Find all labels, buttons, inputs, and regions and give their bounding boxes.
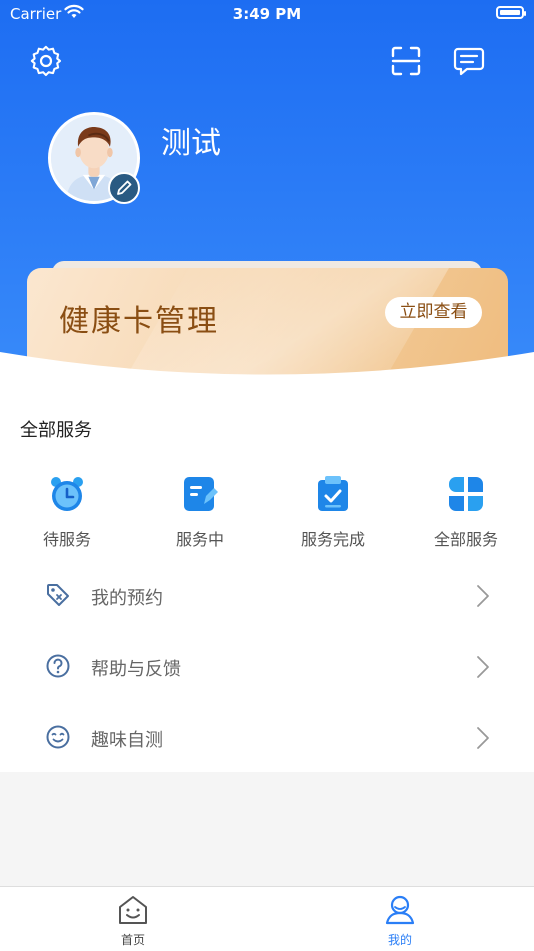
- service-pending[interactable]: 待服务: [17, 474, 117, 554]
- avatar[interactable]: [48, 112, 140, 204]
- battery-icon: [496, 6, 526, 19]
- main-content: 全部服务 待服务 服务中 服务完成 全部服务 我的预约 帮助与反馈 趣味自测: [0, 398, 534, 772]
- clipboard-check-icon: [318, 476, 348, 511]
- edit-avatar-button[interactable]: [108, 172, 140, 204]
- username: 测试: [161, 126, 221, 161]
- tab-label: 首页: [120, 933, 145, 947]
- document-edit-icon: [184, 477, 218, 511]
- chevron-right-icon: [477, 656, 489, 678]
- service-in-progress[interactable]: 服务中: [150, 474, 250, 554]
- service-label: 服务完成: [300, 530, 365, 549]
- status-bar: Carrier 3:49 PM: [0, 0, 534, 28]
- service-label: 全部服务: [433, 530, 498, 549]
- tab-label: 我的: [387, 933, 412, 947]
- message-icon[interactable]: [452, 44, 486, 78]
- scan-icon[interactable]: [389, 44, 423, 78]
- home-icon: [119, 896, 147, 924]
- menu-label: 趣味自测: [91, 730, 163, 751]
- smile-icon: [46, 725, 70, 749]
- tag-icon: [47, 584, 69, 606]
- chevron-right-icon: [477, 585, 489, 607]
- service-all[interactable]: 全部服务: [416, 474, 516, 554]
- menu-item-self-test[interactable]: 趣味自测: [0, 702, 534, 772]
- service-label: 待服务: [42, 530, 91, 549]
- service-label: 服务中: [175, 530, 224, 549]
- tab-mine[interactable]: 我的: [360, 893, 440, 948]
- health-card-title: 健康卡管理: [59, 304, 219, 339]
- header-curve: [0, 352, 534, 402]
- settings-icon[interactable]: [29, 44, 63, 78]
- status-time: 3:49 PM: [232, 5, 302, 23]
- pencil-icon: [117, 180, 132, 195]
- service-completed[interactable]: 服务完成: [283, 474, 383, 554]
- help-icon: [46, 654, 70, 678]
- profile-icon: [385, 895, 415, 925]
- menu-label: 帮助与反馈: [91, 659, 181, 680]
- chevron-right-icon: [477, 727, 489, 749]
- tab-home[interactable]: 首页: [93, 893, 173, 948]
- tab-bar: 首页 我的: [0, 886, 534, 951]
- grid-icon: [449, 477, 483, 511]
- menu-label: 我的预约: [91, 588, 163, 609]
- view-now-button[interactable]: 立即查看: [385, 297, 482, 328]
- alarm-clock-icon: [51, 477, 83, 511]
- menu-item-appointments[interactable]: 我的预约: [0, 560, 534, 630]
- menu-item-help-feedback[interactable]: 帮助与反馈: [0, 631, 534, 701]
- services-title: 全部服务: [20, 420, 92, 441]
